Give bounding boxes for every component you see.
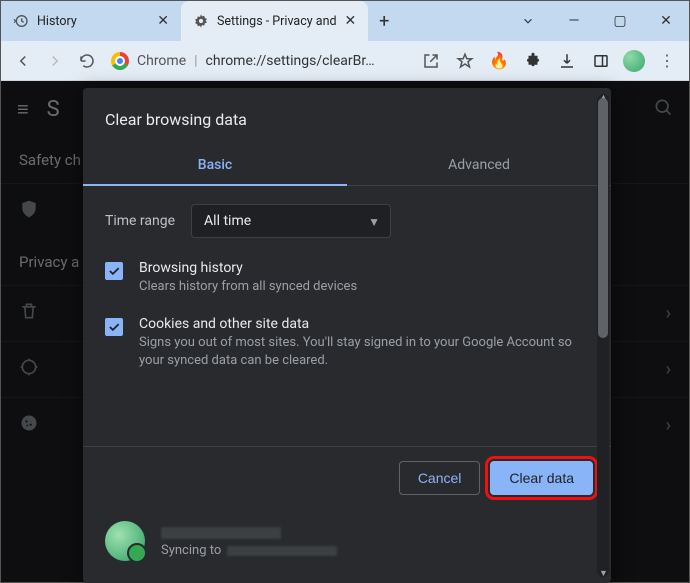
extension-fire-icon[interactable]: 🔥 bbox=[487, 49, 511, 73]
chrome-logo-icon bbox=[111, 52, 129, 70]
option-description: Clears history from all synced devices bbox=[139, 278, 589, 296]
syncing-to-label: Syncing to bbox=[161, 543, 221, 558]
dialog-body: Time range All time ▼ Browsing history C… bbox=[83, 186, 611, 446]
scroll-down-icon[interactable]: ▼ bbox=[599, 568, 608, 579]
checkbox-checked-icon[interactable] bbox=[105, 262, 123, 280]
tab-advanced[interactable]: Advanced bbox=[347, 145, 611, 185]
forward-button[interactable] bbox=[43, 49, 67, 73]
dialog-footnote: To clear browsing data from this device … bbox=[83, 573, 611, 583]
kebab-menu-icon[interactable]: ⋮ bbox=[655, 49, 679, 73]
sidepanel-icon[interactable] bbox=[589, 49, 613, 73]
tab-title: History bbox=[37, 14, 149, 29]
browser-toolbar: Chrome | chrome://settings/clearBr… 🔥 ⋮ bbox=[1, 41, 689, 81]
redacted-email bbox=[227, 546, 337, 556]
address-separator: | bbox=[194, 53, 197, 69]
time-range-value: All time bbox=[204, 213, 251, 229]
address-bar[interactable]: Chrome | chrome://settings/clearBr… bbox=[107, 47, 411, 75]
option-description: Signs you out of most sites. You'll stay… bbox=[139, 334, 589, 370]
dialog-title: Clear browsing data bbox=[83, 88, 611, 145]
back-button[interactable] bbox=[11, 49, 35, 73]
option-cookies[interactable]: Cookies and other site data Signs you ou… bbox=[105, 316, 589, 370]
dialog-tabs: Basic Advanced bbox=[83, 145, 611, 186]
option-title: Browsing history bbox=[139, 260, 589, 276]
sync-account-row[interactable]: Syncing to bbox=[83, 509, 611, 573]
clear-data-button[interactable]: Clear data bbox=[490, 461, 593, 495]
minimize-button[interactable]: — bbox=[551, 1, 597, 41]
reload-button[interactable] bbox=[75, 49, 99, 73]
checkbox-checked-icon[interactable] bbox=[105, 318, 123, 336]
new-tab-button[interactable]: + bbox=[368, 1, 400, 41]
sync-avatar-icon bbox=[105, 521, 145, 561]
close-window-button[interactable]: ✕ bbox=[643, 1, 689, 41]
address-url: chrome://settings/clearBr… bbox=[206, 53, 375, 69]
downloads-icon[interactable] bbox=[555, 49, 579, 73]
close-tab-icon[interactable]: ✕ bbox=[157, 13, 169, 29]
window-controls: — ▢ ✕ bbox=[505, 1, 689, 41]
window-titlebar: History ✕ Settings - Privacy and ✕ + — ▢… bbox=[1, 1, 689, 41]
redacted-name bbox=[161, 527, 281, 539]
tab-basic[interactable]: Basic bbox=[83, 145, 347, 185]
extensions-puzzle-icon[interactable] bbox=[521, 49, 545, 73]
cancel-button[interactable]: Cancel bbox=[399, 461, 481, 495]
close-tab-icon[interactable]: ✕ bbox=[345, 13, 357, 29]
bookmark-star-icon[interactable] bbox=[453, 49, 477, 73]
share-icon[interactable] bbox=[419, 49, 443, 73]
maximize-button[interactable]: ▢ bbox=[597, 1, 643, 41]
gear-icon bbox=[193, 13, 209, 29]
time-range-select[interactable]: All time ▼ bbox=[191, 204, 391, 238]
history-icon bbox=[13, 13, 29, 29]
browser-tab-settings[interactable]: Settings - Privacy and ✕ bbox=[181, 1, 368, 41]
chevron-down-icon[interactable] bbox=[505, 1, 551, 41]
clear-browsing-data-dialog: ▲ ▼ Clear browsing data Basic Advanced T… bbox=[83, 88, 611, 583]
dialog-footer: Cancel Clear data bbox=[83, 446, 611, 509]
profile-avatar[interactable] bbox=[623, 50, 645, 72]
browser-tab-history[interactable]: History ✕ bbox=[1, 1, 181, 41]
option-title: Cookies and other site data bbox=[139, 316, 589, 332]
option-browsing-history[interactable]: Browsing history Clears history from all… bbox=[105, 260, 589, 296]
tab-title: Settings - Privacy and bbox=[217, 14, 337, 29]
address-prefix: Chrome bbox=[137, 53, 186, 69]
time-range-label: Time range bbox=[105, 213, 175, 229]
chevron-down-icon: ▼ bbox=[368, 215, 380, 229]
